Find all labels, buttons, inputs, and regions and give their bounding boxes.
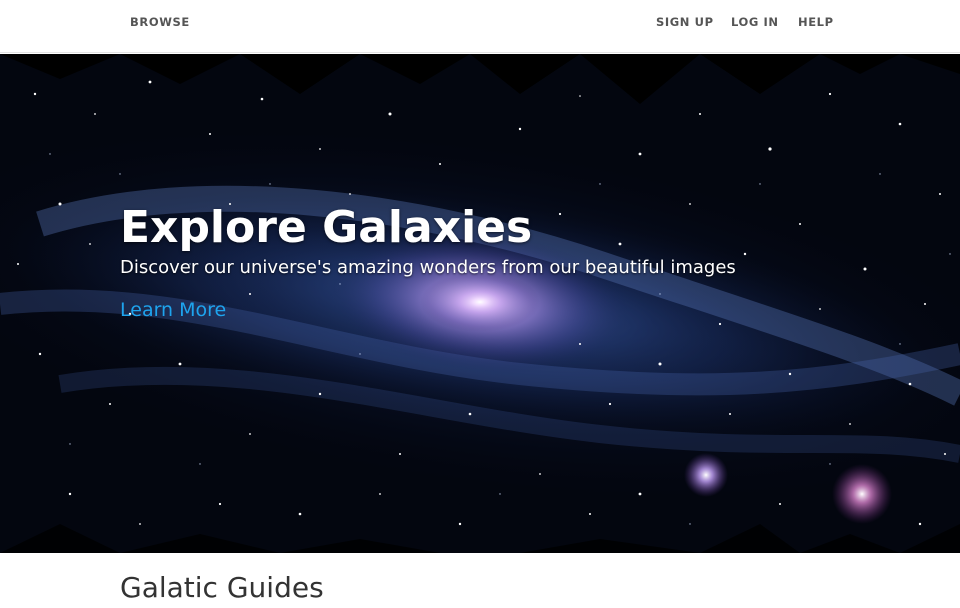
top-navigation: BROWSE SIGN UP LOG IN HELP bbox=[0, 0, 960, 53]
hero-subtitle: Discover our universe's amazing wonders … bbox=[120, 257, 736, 278]
nav-help-link[interactable]: HELP bbox=[798, 15, 834, 29]
nav-browse-link[interactable]: BROWSE bbox=[130, 15, 190, 29]
hero-banner: Explore Galaxies Discover our universe's… bbox=[0, 54, 960, 553]
nav-sign-up-link[interactable]: SIGN UP bbox=[656, 15, 714, 29]
nav-log-in-link[interactable]: LOG IN bbox=[731, 15, 779, 29]
learn-more-link[interactable]: Learn More bbox=[120, 299, 226, 321]
section-title: Galatic Guides bbox=[120, 571, 324, 604]
hero-title: Explore Galaxies bbox=[120, 202, 533, 253]
